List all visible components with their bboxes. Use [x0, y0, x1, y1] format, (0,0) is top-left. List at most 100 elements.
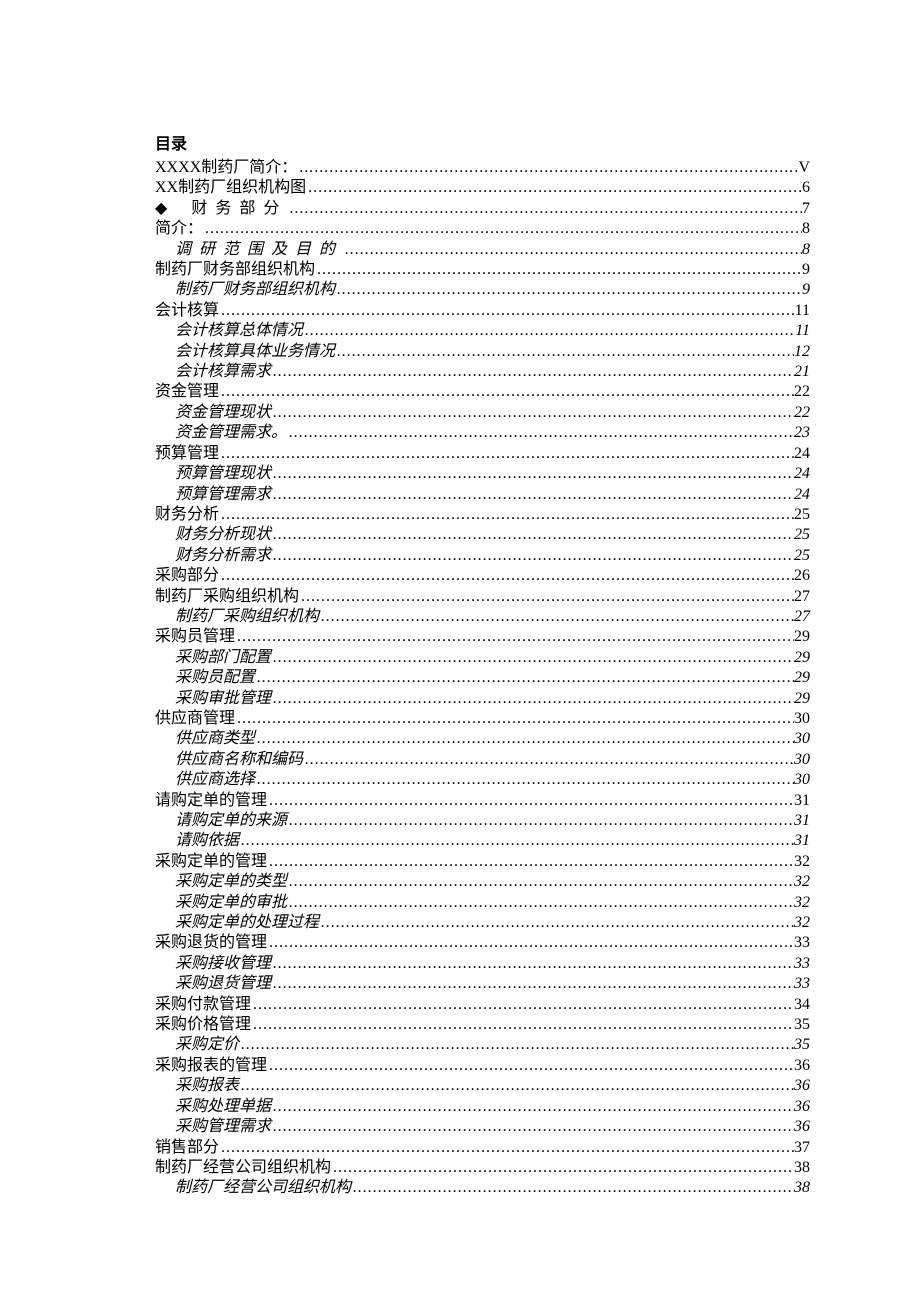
toc-entry-label: 采购管理需求 [175, 1117, 271, 1137]
toc-entry-label: 供应商选择 [175, 770, 255, 790]
toc-entry[interactable]: 采购退货的管理33 [155, 933, 810, 953]
toc-dotted-leader [271, 648, 794, 668]
toc-entry[interactable]: 预算管理需求24 [175, 485, 810, 505]
toc-entry[interactable]: 预算管理24 [155, 444, 810, 464]
toc-page-number: 38 [794, 1158, 810, 1178]
toc-dotted-leader [271, 485, 794, 505]
toc-entry-label: 资金管理需求。 [175, 423, 287, 443]
toc-entry[interactable]: 供应商选择30 [175, 770, 810, 790]
toc-entry[interactable]: 调研范围及目的 8 [175, 240, 810, 260]
toc-dotted-leader [267, 852, 794, 872]
toc-entry[interactable]: 采购员管理29 [155, 627, 810, 647]
toc-page-number: 22 [794, 403, 810, 423]
toc-dotted-leader [271, 464, 794, 484]
toc-entry[interactable]: 预算管理现状24 [175, 464, 810, 484]
toc-page-number: 27 [794, 587, 810, 607]
toc-entry[interactable]: 会计核算需求21 [175, 362, 810, 382]
toc-entry-label: 会计核算具体业务情况 [175, 342, 335, 362]
toc-page-number: 9 [802, 280, 810, 300]
toc-page-number: 36 [794, 1056, 810, 1076]
toc-dotted-leader [271, 974, 794, 994]
toc-entry[interactable]: 会计核算具体业务情况 12 [175, 342, 810, 362]
toc-page-number: 35 [794, 1015, 810, 1035]
toc-entry[interactable]: 采购定单的管理32 [155, 852, 810, 872]
toc-dotted-leader [271, 362, 794, 382]
toc-entry[interactable]: 资金管理22 [155, 382, 810, 402]
toc-entry[interactable]: 供应商类型30 [175, 729, 810, 749]
toc-entry-label: 财务分析 [155, 505, 219, 525]
toc-dotted-leader [351, 1178, 794, 1198]
toc-entry[interactable]: 采购付款管理34 [155, 995, 810, 1015]
toc-entry-label: 采购定单的审批 [175, 893, 287, 913]
toc-entry[interactable]: 制药厂采购组织机构27 [155, 587, 810, 607]
toc-entry-label: 财务分析现状 [175, 525, 271, 545]
toc-entry-label: 制药厂财务部组织机构 [155, 260, 315, 280]
toc-entry[interactable]: 采购部门配置29 [175, 648, 810, 668]
toc-dotted-leader [271, 403, 794, 423]
toc-entry[interactable]: 采购报表的管理36 [155, 1056, 810, 1076]
toc-entry[interactable]: 采购定单的处理过程32 [175, 913, 810, 933]
toc-entry[interactable]: 请购依据31 [175, 831, 810, 851]
toc-entry[interactable]: 采购接收管理33 [175, 954, 810, 974]
toc-entry[interactable]: 制药厂财务部组织机构9 [175, 280, 810, 300]
toc-entry[interactable]: 制药厂经营公司组织机构38 [175, 1178, 810, 1198]
toc-page-number: 25 [794, 546, 810, 566]
toc-entry-label: 调研范围及目的 [175, 240, 343, 260]
toc-entry-label: 供应商管理 [155, 709, 235, 729]
toc-entry[interactable]: XXXX制药厂简介：V [155, 158, 810, 178]
toc-entry[interactable]: 请购定单的管理31 [155, 791, 810, 811]
toc-entry[interactable]: 采购定单的类型32 [175, 872, 810, 892]
toc-entry[interactable]: 财务分析需求25 [175, 546, 810, 566]
toc-page-number: V [798, 158, 810, 178]
toc-entry[interactable]: 资金管理现状22 [175, 403, 810, 423]
toc-entry[interactable]: 供应商名称和编码30 [175, 750, 810, 770]
toc-entry[interactable]: 采购部分26 [155, 566, 810, 586]
toc-entry-label: 供应商类型 [175, 729, 255, 749]
toc-entry[interactable]: 财务分析现状25 [175, 525, 810, 545]
toc-page-number: 12 [794, 342, 810, 362]
toc-dotted-leader [287, 811, 794, 831]
toc-page-number: 38 [794, 1178, 810, 1198]
toc-entry[interactable]: XX制药厂组织机构图6 [155, 178, 810, 198]
toc-entry[interactable]: 供应商管理30 [155, 709, 810, 729]
toc-page-number: 24 [794, 485, 810, 505]
toc-entry[interactable]: 销售部分37 [155, 1138, 810, 1158]
toc-page-number: 37 [794, 1138, 810, 1158]
toc-page-number: 8 [802, 219, 810, 239]
toc-page-number: 35 [794, 1035, 810, 1055]
toc-entry[interactable]: 采购员配置29 [175, 668, 810, 688]
toc-entry[interactable]: 采购管理需求 36 [175, 1117, 810, 1137]
toc-entry[interactable]: 采购退货管理33 [175, 974, 810, 994]
toc-entry[interactable]: 采购价格管理35 [155, 1015, 810, 1035]
toc-entry[interactable]: 制药厂采购组织机构27 [175, 607, 810, 627]
toc-page-number: 32 [794, 913, 810, 933]
toc-entry-label: 制药厂采购组织机构 [175, 607, 319, 627]
toc-dotted-leader [335, 280, 802, 300]
toc-entry[interactable]: 采购定单的审批32 [175, 893, 810, 913]
toc-page-number: 8 [802, 240, 810, 260]
toc-dotted-leader [219, 444, 794, 464]
toc-entry[interactable]: 请购定单的来源31 [175, 811, 810, 831]
toc-dotted-leader [271, 1117, 794, 1137]
toc-entry[interactable]: 制药厂经营公司组织机构38 [155, 1158, 810, 1178]
toc-entry[interactable]: 会计核算总体情况11 [175, 321, 810, 341]
toc-page-number: 36 [794, 1117, 810, 1137]
toc-entry-label: 采购报表 [175, 1076, 239, 1096]
toc-page-number: 32 [794, 872, 810, 892]
toc-entry[interactable]: ◆财务部分 7 [155, 199, 810, 219]
toc-entry-label: 请购依据 [175, 831, 239, 851]
toc-entry[interactable]: 会计核算11 [155, 301, 810, 321]
toc-entry[interactable]: 采购定价35 [175, 1035, 810, 1055]
toc-entry[interactable]: 简介：8 [155, 219, 810, 239]
toc-entry-label: ◆财务部分 [155, 199, 287, 219]
toc-entry[interactable]: 采购报表36 [175, 1076, 810, 1096]
toc-entry[interactable]: 财务分析25 [155, 505, 810, 525]
toc-entry-label: 采购退货的管理 [155, 933, 267, 953]
toc-dotted-leader [271, 954, 794, 974]
toc-entry[interactable]: 采购审批管理29 [175, 689, 810, 709]
toc-page-number: 7 [802, 199, 810, 219]
toc-entry[interactable]: 制药厂财务部组织机构9 [155, 260, 810, 280]
toc-dotted-leader [319, 607, 794, 627]
toc-entry[interactable]: 采购处理单据36 [175, 1097, 810, 1117]
toc-entry[interactable]: 资金管理需求。23 [175, 423, 810, 443]
